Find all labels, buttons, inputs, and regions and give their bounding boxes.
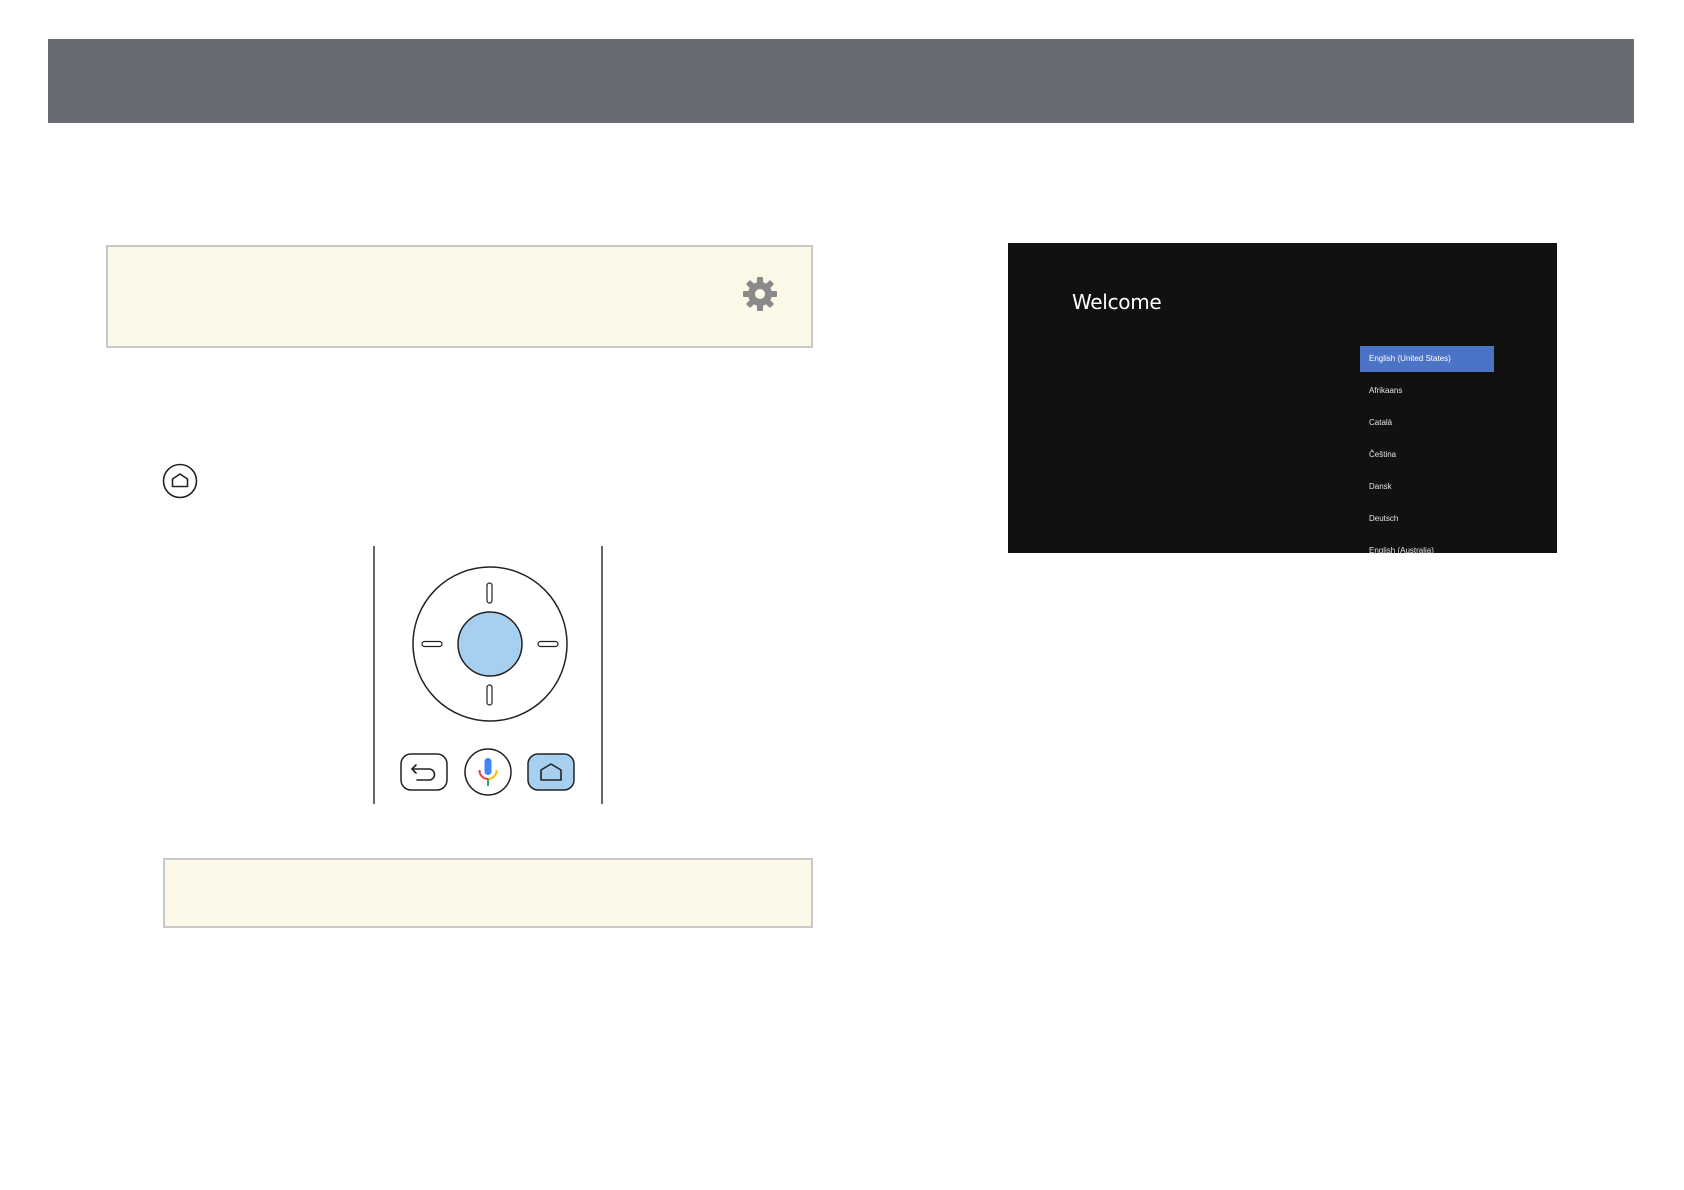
language-option-english-australia[interactable]: English (Australia) bbox=[1360, 538, 1494, 553]
home-icon bbox=[527, 753, 575, 791]
note-box-top bbox=[106, 245, 813, 348]
language-option-dansk[interactable]: Dansk bbox=[1360, 474, 1494, 500]
language-option-english-us[interactable]: English (United States) bbox=[1360, 346, 1494, 372]
ok-button bbox=[457, 611, 523, 677]
language-option-cestina[interactable]: Čeština bbox=[1360, 442, 1494, 468]
remote-control-illustration bbox=[373, 546, 603, 804]
microphone-icon bbox=[464, 748, 512, 796]
home-icon bbox=[162, 463, 198, 499]
gear-icon bbox=[743, 277, 777, 311]
direction-pad bbox=[412, 566, 568, 722]
header-bar bbox=[48, 39, 1634, 123]
language-option-afrikaans[interactable]: Afrikaans bbox=[1360, 378, 1494, 404]
welcome-screen: Welcome English (United States) Afrikaan… bbox=[1008, 243, 1557, 553]
note-box-bottom bbox=[163, 858, 813, 928]
language-list: English (United States) Afrikaans Català… bbox=[1360, 346, 1494, 553]
language-option-catala[interactable]: Català bbox=[1360, 410, 1494, 436]
back-icon bbox=[400, 753, 448, 791]
welcome-title: Welcome bbox=[1072, 290, 1162, 314]
language-option-deutsch[interactable]: Deutsch bbox=[1360, 506, 1494, 532]
